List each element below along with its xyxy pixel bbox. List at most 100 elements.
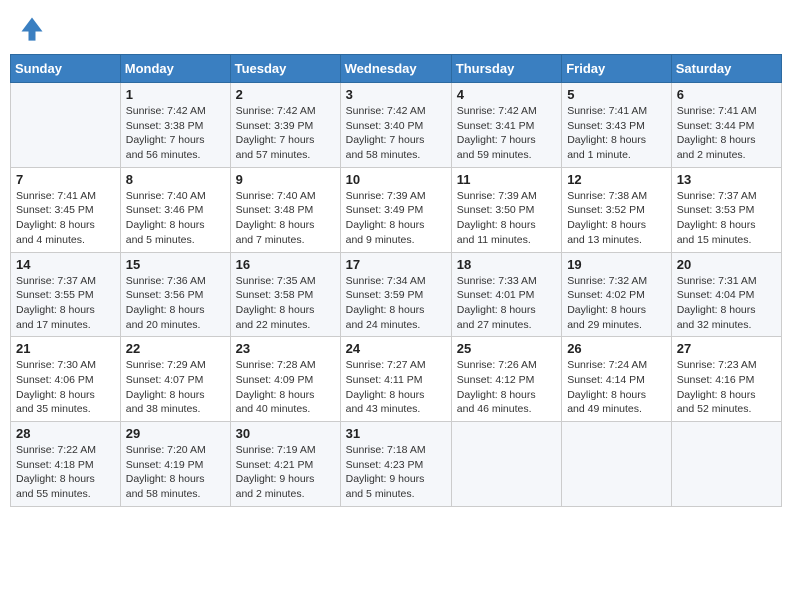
- day-info: Sunrise: 7:38 AM Sunset: 3:52 PM Dayligh…: [567, 189, 666, 248]
- day-number: 27: [677, 341, 776, 356]
- calendar-cell: 10Sunrise: 7:39 AM Sunset: 3:49 PM Dayli…: [340, 167, 451, 252]
- calendar-cell: 30Sunrise: 7:19 AM Sunset: 4:21 PM Dayli…: [230, 422, 340, 507]
- calendar-cell: 4 Sunrise: 7:42 AM Sunset: 3:41 PM Daylig…: [451, 83, 561, 168]
- calendar-week-1: 1 Sunrise: 7:42 AM Sunset: 3:38 PM Daylig…: [11, 83, 782, 168]
- day-number: 8: [126, 172, 225, 187]
- day-number: 5: [567, 87, 666, 102]
- weekday-header-tuesday: Tuesday: [230, 55, 340, 83]
- calendar-cell: 27 Sunrise: 7:23 AM Sunset: 4:16 PM Dayli…: [671, 337, 781, 422]
- day-number: 2: [236, 87, 335, 102]
- weekday-header-friday: Friday: [562, 55, 672, 83]
- calendar-cell: 9 Sunrise: 7:40 AM Sunset: 3:48 PM Daylig…: [230, 167, 340, 252]
- day-info: Sunrise: 7:34 AM Sunset: 3:59 PM Dayligh…: [346, 274, 446, 333]
- calendar-cell: [562, 422, 672, 507]
- day-number: 25: [457, 341, 556, 356]
- calendar-cell: 11Sunrise: 7:39 AM Sunset: 3:50 PM Dayli…: [451, 167, 561, 252]
- calendar-cell: 20Sunrise: 7:31 AM Sunset: 4:04 PM Dayli…: [671, 252, 781, 337]
- calendar-cell: 1 Sunrise: 7:42 AM Sunset: 3:38 PM Daylig…: [120, 83, 230, 168]
- day-info: Sunrise: 7:29 AM Sunset: 4:07 PM Dayligh…: [126, 358, 225, 417]
- calendar-cell: 3 Sunrise: 7:42 AM Sunset: 3:40 PM Daylig…: [340, 83, 451, 168]
- weekday-row: SundayMondayTuesdayWednesdayThursdayFrid…: [11, 55, 782, 83]
- calendar-cell: 22 Sunrise: 7:29 AM Sunset: 4:07 PM Dayli…: [120, 337, 230, 422]
- day-info: Sunrise: 7:27 AM Sunset: 4:11 PM Dayligh…: [346, 358, 446, 417]
- day-info: Sunrise: 7:24 AM Sunset: 4:14 PM Dayligh…: [567, 358, 666, 417]
- day-info: Sunrise: 7:35 AM Sunset: 3:58 PM Dayligh…: [236, 274, 335, 333]
- day-info: Sunrise: 7:42 AM Sunset: 3:39 PM Dayligh…: [236, 104, 335, 163]
- calendar-cell: [671, 422, 781, 507]
- calendar-cell: 18 Sunrise: 7:33 AM Sunset: 4:01 PM Dayli…: [451, 252, 561, 337]
- day-number: 4: [457, 87, 556, 102]
- day-number: 22: [126, 341, 225, 356]
- calendar-cell: 12 Sunrise: 7:38 AM Sunset: 3:52 PM Dayli…: [562, 167, 672, 252]
- day-number: 19: [567, 257, 666, 272]
- calendar-cell: 26Sunrise: 7:24 AM Sunset: 4:14 PM Dayli…: [562, 337, 672, 422]
- logo-icon: [18, 14, 46, 42]
- calendar-week-4: 21 Sunrise: 7:30 AM Sunset: 4:06 PM Dayli…: [11, 337, 782, 422]
- day-number: 21: [16, 341, 115, 356]
- calendar-cell: 6 Sunrise: 7:41 AM Sunset: 3:44 PM Daylig…: [671, 83, 781, 168]
- day-number: 29: [126, 426, 225, 441]
- calendar-cell: 13 Sunrise: 7:37 AM Sunset: 3:53 PM Dayli…: [671, 167, 781, 252]
- calendar-week-2: 7Sunrise: 7:41 AM Sunset: 3:45 PM Daylig…: [11, 167, 782, 252]
- day-info: Sunrise: 7:37 AM Sunset: 3:53 PM Dayligh…: [677, 189, 776, 248]
- day-info: Sunrise: 7:41 AM Sunset: 3:44 PM Dayligh…: [677, 104, 776, 163]
- day-number: 30: [236, 426, 335, 441]
- calendar-cell: 15Sunrise: 7:36 AM Sunset: 3:56 PM Dayli…: [120, 252, 230, 337]
- calendar-cell: 24 Sunrise: 7:27 AM Sunset: 4:11 PM Dayli…: [340, 337, 451, 422]
- weekday-header-thursday: Thursday: [451, 55, 561, 83]
- calendar-header: SundayMondayTuesdayWednesdayThursdayFrid…: [11, 55, 782, 83]
- calendar-cell: [11, 83, 121, 168]
- day-info: Sunrise: 7:40 AM Sunset: 3:48 PM Dayligh…: [236, 189, 335, 248]
- day-number: 14: [16, 257, 115, 272]
- day-info: Sunrise: 7:32 AM Sunset: 4:02 PM Dayligh…: [567, 274, 666, 333]
- calendar-cell: 2 Sunrise: 7:42 AM Sunset: 3:39 PM Daylig…: [230, 83, 340, 168]
- day-info: Sunrise: 7:37 AM Sunset: 3:55 PM Dayligh…: [16, 274, 115, 333]
- day-info: Sunrise: 7:23 AM Sunset: 4:16 PM Dayligh…: [677, 358, 776, 417]
- day-info: Sunrise: 7:42 AM Sunset: 3:40 PM Dayligh…: [346, 104, 446, 163]
- day-number: 7: [16, 172, 115, 187]
- calendar-cell: 8 Sunrise: 7:40 AM Sunset: 3:46 PM Daylig…: [120, 167, 230, 252]
- day-number: 31: [346, 426, 446, 441]
- day-number: 16: [236, 257, 335, 272]
- day-number: 23: [236, 341, 335, 356]
- day-info: Sunrise: 7:39 AM Sunset: 3:50 PM Dayligh…: [457, 189, 556, 248]
- day-info: Sunrise: 7:41 AM Sunset: 3:43 PM Dayligh…: [567, 104, 666, 163]
- calendar-cell: [451, 422, 561, 507]
- day-info: Sunrise: 7:30 AM Sunset: 4:06 PM Dayligh…: [16, 358, 115, 417]
- day-info: Sunrise: 7:18 AM Sunset: 4:23 PM Dayligh…: [346, 443, 446, 502]
- day-info: Sunrise: 7:20 AM Sunset: 4:19 PM Dayligh…: [126, 443, 225, 502]
- calendar-cell: 19 Sunrise: 7:32 AM Sunset: 4:02 PM Dayli…: [562, 252, 672, 337]
- day-number: 13: [677, 172, 776, 187]
- day-number: 9: [236, 172, 335, 187]
- day-number: 24: [346, 341, 446, 356]
- day-number: 18: [457, 257, 556, 272]
- day-number: 20: [677, 257, 776, 272]
- weekday-header-wednesday: Wednesday: [340, 55, 451, 83]
- day-info: Sunrise: 7:26 AM Sunset: 4:12 PM Dayligh…: [457, 358, 556, 417]
- logo: [18, 14, 50, 42]
- day-info: Sunrise: 7:36 AM Sunset: 3:56 PM Dayligh…: [126, 274, 225, 333]
- weekday-header-sunday: Sunday: [11, 55, 121, 83]
- calendar-week-5: 28Sunrise: 7:22 AM Sunset: 4:18 PM Dayli…: [11, 422, 782, 507]
- day-info: Sunrise: 7:33 AM Sunset: 4:01 PM Dayligh…: [457, 274, 556, 333]
- day-number: 28: [16, 426, 115, 441]
- calendar-cell: 25 Sunrise: 7:26 AM Sunset: 4:12 PM Dayli…: [451, 337, 561, 422]
- day-number: 3: [346, 87, 446, 102]
- calendar-cell: 23Sunrise: 7:28 AM Sunset: 4:09 PM Dayli…: [230, 337, 340, 422]
- calendar-cell: 17 Sunrise: 7:34 AM Sunset: 3:59 PM Dayli…: [340, 252, 451, 337]
- day-info: Sunrise: 7:42 AM Sunset: 3:41 PM Dayligh…: [457, 104, 556, 163]
- day-number: 12: [567, 172, 666, 187]
- calendar-cell: 29 Sunrise: 7:20 AM Sunset: 4:19 PM Dayli…: [120, 422, 230, 507]
- day-number: 10: [346, 172, 446, 187]
- calendar-cell: 21 Sunrise: 7:30 AM Sunset: 4:06 PM Dayli…: [11, 337, 121, 422]
- day-info: Sunrise: 7:40 AM Sunset: 3:46 PM Dayligh…: [126, 189, 225, 248]
- calendar-week-3: 14 Sunrise: 7:37 AM Sunset: 3:55 PM Dayli…: [11, 252, 782, 337]
- day-info: Sunrise: 7:42 AM Sunset: 3:38 PM Dayligh…: [126, 104, 225, 163]
- day-number: 17: [346, 257, 446, 272]
- calendar-body: 1 Sunrise: 7:42 AM Sunset: 3:38 PM Daylig…: [11, 83, 782, 507]
- day-number: 1: [126, 87, 225, 102]
- calendar-cell: 14 Sunrise: 7:37 AM Sunset: 3:55 PM Dayli…: [11, 252, 121, 337]
- weekday-header-saturday: Saturday: [671, 55, 781, 83]
- calendar-table: SundayMondayTuesdayWednesdayThursdayFrid…: [10, 54, 782, 507]
- day-number: 6: [677, 87, 776, 102]
